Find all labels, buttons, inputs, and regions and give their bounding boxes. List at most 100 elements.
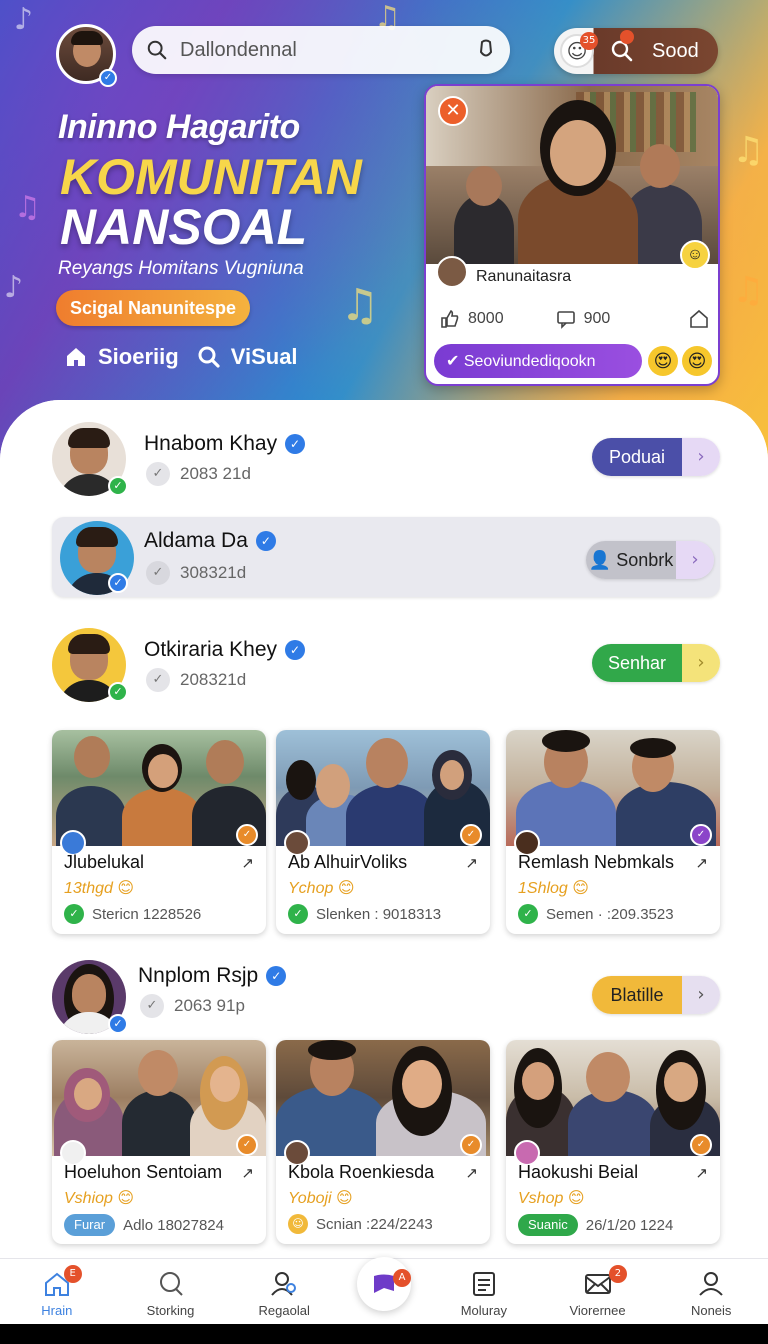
person-action-button[interactable]: Blatille › — [592, 976, 720, 1014]
nav-viorernee[interactable]: 2 Viorernee — [541, 1259, 655, 1324]
check-circle-icon: ✓ — [140, 994, 164, 1018]
verified-icon: ✓ — [108, 1014, 128, 1034]
featured-cta-button[interactable]: ✔ Seoviundediqookn — [434, 344, 642, 378]
hero-link-visual[interactable]: ViSual — [231, 344, 298, 370]
share-icon[interactable]: ↗ — [241, 854, 254, 872]
hero-pill-button[interactable]: Scigal Nanunitespe — [56, 290, 251, 326]
person-meta-text: 2063 91p — [174, 996, 245, 1015]
check-circle-icon: ✓ — [146, 668, 170, 692]
heart-eyes-emoji-icon[interactable]: 😍 — [648, 346, 678, 376]
online-check-icon: ✓ — [108, 476, 128, 496]
home-icon[interactable] — [688, 308, 710, 330]
app-screen: ♪ ♫ ♫ ♪ ♫ ♫ ♫ ✓ Dallondennal ☺ 35 Sood I… — [0, 0, 768, 1344]
card-footer-text: Semen · :209.3523 — [546, 905, 674, 923]
nav-label: Hrain — [41, 1303, 73, 1318]
group-card[interactable]: ✓ Jlubelukal ↗ 13thgd 😊 ✓ Stericn 1228526 — [52, 730, 266, 934]
person-row[interactable]: ✓ Hnabom Khay ✓ ✓ 2083 21d Poduai › — [52, 418, 720, 498]
verified-icon: ✓ — [99, 69, 117, 87]
emoji-icon: 😊 — [337, 880, 355, 897]
sood-button[interactable]: ☺ 35 Sood — [554, 28, 718, 74]
share-icon[interactable]: ↗ — [465, 854, 478, 872]
comment-count: 900 — [583, 310, 611, 327]
person-action-label: Poduai — [592, 438, 682, 476]
notification-badge: E — [63, 1265, 82, 1283]
chevron-right-icon: › — [676, 541, 714, 579]
group-card[interactable]: ✓ Hoeluhon Sentoiam ↗ Vshiop 😊 Furar Adlo… — [52, 1040, 266, 1244]
card-title: Remlash Nebmkals — [518, 852, 675, 872]
nav-label: Viorernee — [569, 1303, 626, 1318]
nav-regaolal[interactable]: Regaolal — [227, 1259, 341, 1324]
featured-post-card[interactable]: ✕ ☺ Ranunaitasra 8000 900 ✔ Seoviundediq… — [424, 84, 720, 386]
emoji-icon: 😊 — [567, 1190, 585, 1207]
person-action-button[interactable]: Senhar › — [592, 644, 720, 682]
check-icon: ✔ — [446, 351, 460, 370]
person-name: Otkiraria Khey — [144, 638, 278, 661]
search-icon — [198, 346, 220, 368]
person-meta-text: 208321d — [180, 670, 247, 689]
avatar-hair — [71, 31, 103, 45]
verified-icon: ✓ — [108, 573, 128, 593]
person-name-row: Aldama Da ✓ — [144, 529, 276, 553]
group-card[interactable]: ✓ Ab AlhuirVoliks ↗ Ychop 😊 ✓ Slenken : 9… — [276, 730, 490, 934]
card-footer: Suanic 26/1/20 1224 — [518, 1214, 673, 1236]
group-card[interactable]: ✓ Kbola Roenkiesda ↗ Yoboji 😊 ☺ Scnian :2… — [276, 1040, 490, 1244]
online-check-icon: ✓ — [108, 682, 128, 702]
comment-stat[interactable]: 900 — [556, 309, 611, 329]
group-card[interactable]: ✓ Remlash Nebmkals ↗ 1Shlog 😊 ✓ Semen · :… — [506, 730, 720, 934]
emoji-reaction-icon[interactable]: ☺ — [680, 240, 710, 270]
nav-label: Noneis — [690, 1303, 732, 1318]
nav-center: A — [341, 1257, 427, 1324]
check-circle-icon: ✓ — [288, 904, 308, 924]
system-bar — [0, 1324, 768, 1344]
card-title: Kbola Roenkiesda — [288, 1162, 435, 1182]
like-stat[interactable]: 8000 — [440, 309, 504, 329]
search-icon — [159, 1272, 183, 1296]
microphone-icon[interactable] — [476, 39, 496, 61]
group-photo — [52, 1040, 266, 1156]
person-action-button[interactable]: 👤 Sonbrk › — [586, 541, 714, 579]
profile-avatar[interactable]: ✓ — [56, 24, 117, 87]
card-tag: 13thgd 😊 — [64, 880, 135, 897]
nav-storking[interactable]: Storking — [114, 1259, 228, 1324]
music-note-icon: ♫ — [14, 190, 41, 225]
check-circle-icon: ✓ — [146, 462, 170, 486]
sood-label: Sood — [652, 40, 699, 62]
chevron-right-icon: › — [682, 976, 720, 1014]
emoji-icon: ☺ — [288, 1214, 308, 1234]
emoji-icon: 😊 — [117, 1190, 135, 1207]
status-badge: Suanic — [518, 1214, 578, 1236]
emoji-icon: 😊 — [336, 1190, 353, 1207]
emoji-icon: 😊 — [572, 880, 589, 897]
heart-eyes-emoji-icon[interactable]: 😍 — [682, 346, 712, 376]
person-row[interactable]: ✓ Nnplom Rsjp ✓ ✓ 2063 91p Blatille › — [52, 956, 720, 1036]
nav-noneis[interactable]: Noneis — [654, 1259, 768, 1324]
group-photo — [276, 730, 490, 846]
person-name: Aldama Da — [144, 529, 248, 552]
nav-moluray[interactable]: Moluray — [427, 1259, 541, 1324]
nav-home[interactable]: E Hrain — [0, 1259, 114, 1324]
card-footer-text: Adlo 18027824 — [123, 1216, 224, 1234]
group-card[interactable]: ✓ Haokushi Beial ↗ Vshop 😊 Suanic 26/1/20… — [506, 1040, 720, 1244]
check-badge-icon: ✓ — [236, 1134, 258, 1156]
share-icon[interactable]: ↗ — [695, 1164, 708, 1182]
hero-link-sioeriig[interactable]: Sioeriig — [98, 344, 179, 370]
featured-author-name: Ranunaitasra — [476, 268, 572, 285]
group-photo — [52, 730, 266, 846]
hero-title-line3: NANSOAL — [60, 199, 308, 255]
featured-author[interactable]: Ranunaitasra — [436, 256, 571, 288]
search-bar[interactable]: Dallondennal — [132, 26, 510, 74]
person-meta-text: 308321d — [180, 563, 247, 582]
person-row-highlighted[interactable]: ✓ Aldama Da ✓ ✓ 308321d 👤 Sonbrk › — [52, 517, 720, 597]
close-icon[interactable]: ✕ — [438, 96, 468, 126]
comment-icon — [556, 311, 575, 329]
thumbs-up-icon — [441, 309, 459, 328]
share-icon[interactable]: ↗ — [465, 1164, 478, 1182]
person-row[interactable]: ✓ Otkiraria Khey ✓ ✓ 208321d Senhar › — [52, 624, 720, 704]
share-icon[interactable]: ↗ — [695, 854, 708, 872]
search-input[interactable]: Dallondennal — [180, 39, 476, 62]
person-action-button[interactable]: Poduai › — [592, 438, 720, 476]
dot-badge — [620, 30, 634, 44]
share-icon[interactable]: ↗ — [241, 1164, 254, 1182]
group-photo — [506, 1040, 720, 1156]
author-avatar — [436, 256, 468, 288]
